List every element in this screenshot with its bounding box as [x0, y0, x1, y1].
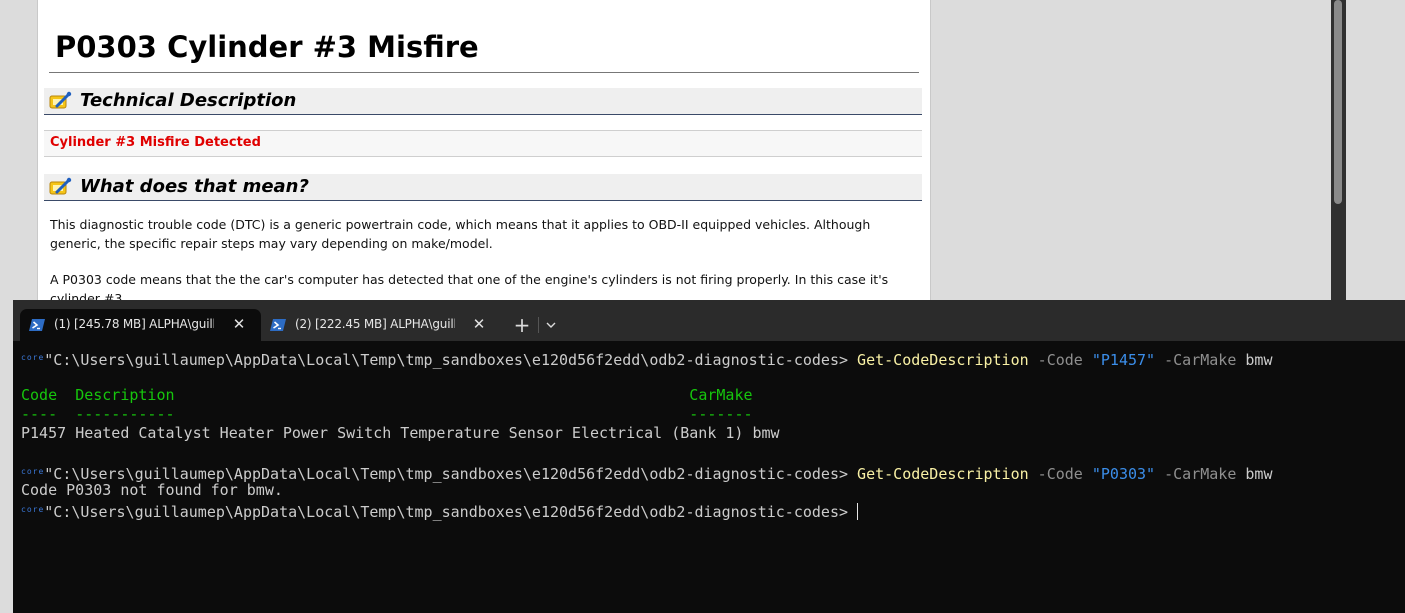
- underline-carmake: -------: [689, 405, 753, 423]
- cell-carmake: bmw: [752, 424, 780, 442]
- param-code: -Code: [1028, 465, 1092, 483]
- prompt-line-2: core"C:\Users\guillaumep\AppData\Local\T…: [21, 462, 1273, 483]
- param-code: -Code: [1028, 351, 1092, 369]
- paragraph-dtc-info: This diagnostic trouble code (DTC) is a …: [50, 217, 871, 251]
- terminal-tab-2[interactable]: (2) [222.45 MB] ALPHA\guillaur ✕: [261, 309, 501, 341]
- powershell-icon: [29, 319, 45, 331]
- tab-divider: [538, 317, 539, 333]
- param-carmake: -CarMake: [1155, 351, 1246, 369]
- prompt-path: "C:\Users\guillaumep\AppData\Local\Temp\…: [44, 351, 858, 369]
- tab-label: (2) [222.45 MB] ALPHA\guillaur: [295, 317, 455, 331]
- code-value: "P1457": [1091, 351, 1156, 369]
- close-icon[interactable]: ✕: [470, 315, 488, 333]
- prompt-prefix: core: [21, 505, 45, 514]
- page-title: P0303 Cylinder #3 Misfire: [55, 30, 479, 64]
- prompt-path: "C:\Users\guillaumep\AppData\Local\Temp\…: [44, 503, 858, 521]
- carmake-value: bmw: [1245, 351, 1273, 369]
- table-underline-row: ---- ----------- -------: [21, 405, 1272, 424]
- carmake-value: bmw: [1245, 465, 1273, 483]
- underline-code: ----: [21, 405, 58, 423]
- cmdlet: Get-CodeDescription: [857, 465, 1029, 483]
- prompt-line-1: core"C:\Users\guillaumep\AppData\Local\T…: [21, 348, 1273, 369]
- underline-description: -----------: [75, 405, 175, 423]
- header-code: Code: [21, 386, 58, 404]
- text-cursor: [857, 503, 859, 520]
- close-icon[interactable]: ✕: [230, 315, 248, 333]
- technical-description-text: Cylinder #3 Misfire Detected: [50, 135, 261, 150]
- param-carmake: -CarMake: [1155, 465, 1246, 483]
- new-tab-button[interactable]: +: [511, 315, 533, 337]
- table-row: P1457 Heated Catalyst Heater Power Switc…: [21, 424, 1272, 443]
- wrench-clipboard-icon: [49, 91, 72, 109]
- prompt-line-3: core"C:\Users\guillaumep\AppData\Local\T…: [21, 500, 1272, 521]
- powershell-icon: [270, 319, 286, 331]
- terminal-window: (1) [245.78 MB] ALPHA\guillau ✕ (2) [222…: [13, 300, 1405, 613]
- section-heading: Technical Description: [80, 90, 297, 111]
- cell-description: Heated Catalyst Heater Power Switch Temp…: [75, 424, 744, 442]
- title-divider: [49, 72, 919, 73]
- section-technical-description: Technical Description: [44, 88, 922, 115]
- technical-description-box: Cylinder #3 Misfire Detected: [44, 130, 922, 157]
- header-carmake: CarMake: [689, 386, 753, 404]
- header-description: Description: [75, 386, 175, 404]
- section-what-does-that-mean: What does that mean?: [44, 174, 922, 201]
- cmdlet: Get-CodeDescription: [857, 351, 1029, 369]
- table-header-row: Code Description CarMake: [21, 386, 1272, 405]
- prompt-prefix: core: [21, 353, 45, 362]
- paragraph-p0303-meaning: A P0303 code means that the the car's co…: [50, 272, 889, 300]
- terminal-output[interactable]: core"C:\Users\guillaumep\AppData\Local\T…: [21, 348, 1273, 521]
- terminal-tab-bar: (1) [245.78 MB] ALPHA\guillau ✕ (2) [222…: [13, 300, 1405, 341]
- cell-code: P1457: [21, 424, 67, 442]
- prompt-prefix: core: [21, 467, 45, 476]
- browser-scrollbar-thumb[interactable]: [1334, 0, 1342, 204]
- terminal-tab-1[interactable]: (1) [245.78 MB] ALPHA\guillau ✕: [20, 309, 261, 341]
- wrench-clipboard-icon: [49, 177, 72, 195]
- section-heading: What does that mean?: [80, 176, 309, 197]
- plus-icon: +: [513, 313, 531, 337]
- error-output: Code P0303 not found for bmw.: [21, 481, 283, 499]
- article-page: P0303 Cylinder #3 Misfire Technical Desc…: [37, 0, 931, 300]
- chevron-down-icon[interactable]: [543, 317, 559, 333]
- code-value: "P0303": [1091, 465, 1156, 483]
- tab-label: (1) [245.78 MB] ALPHA\guillau: [54, 317, 214, 331]
